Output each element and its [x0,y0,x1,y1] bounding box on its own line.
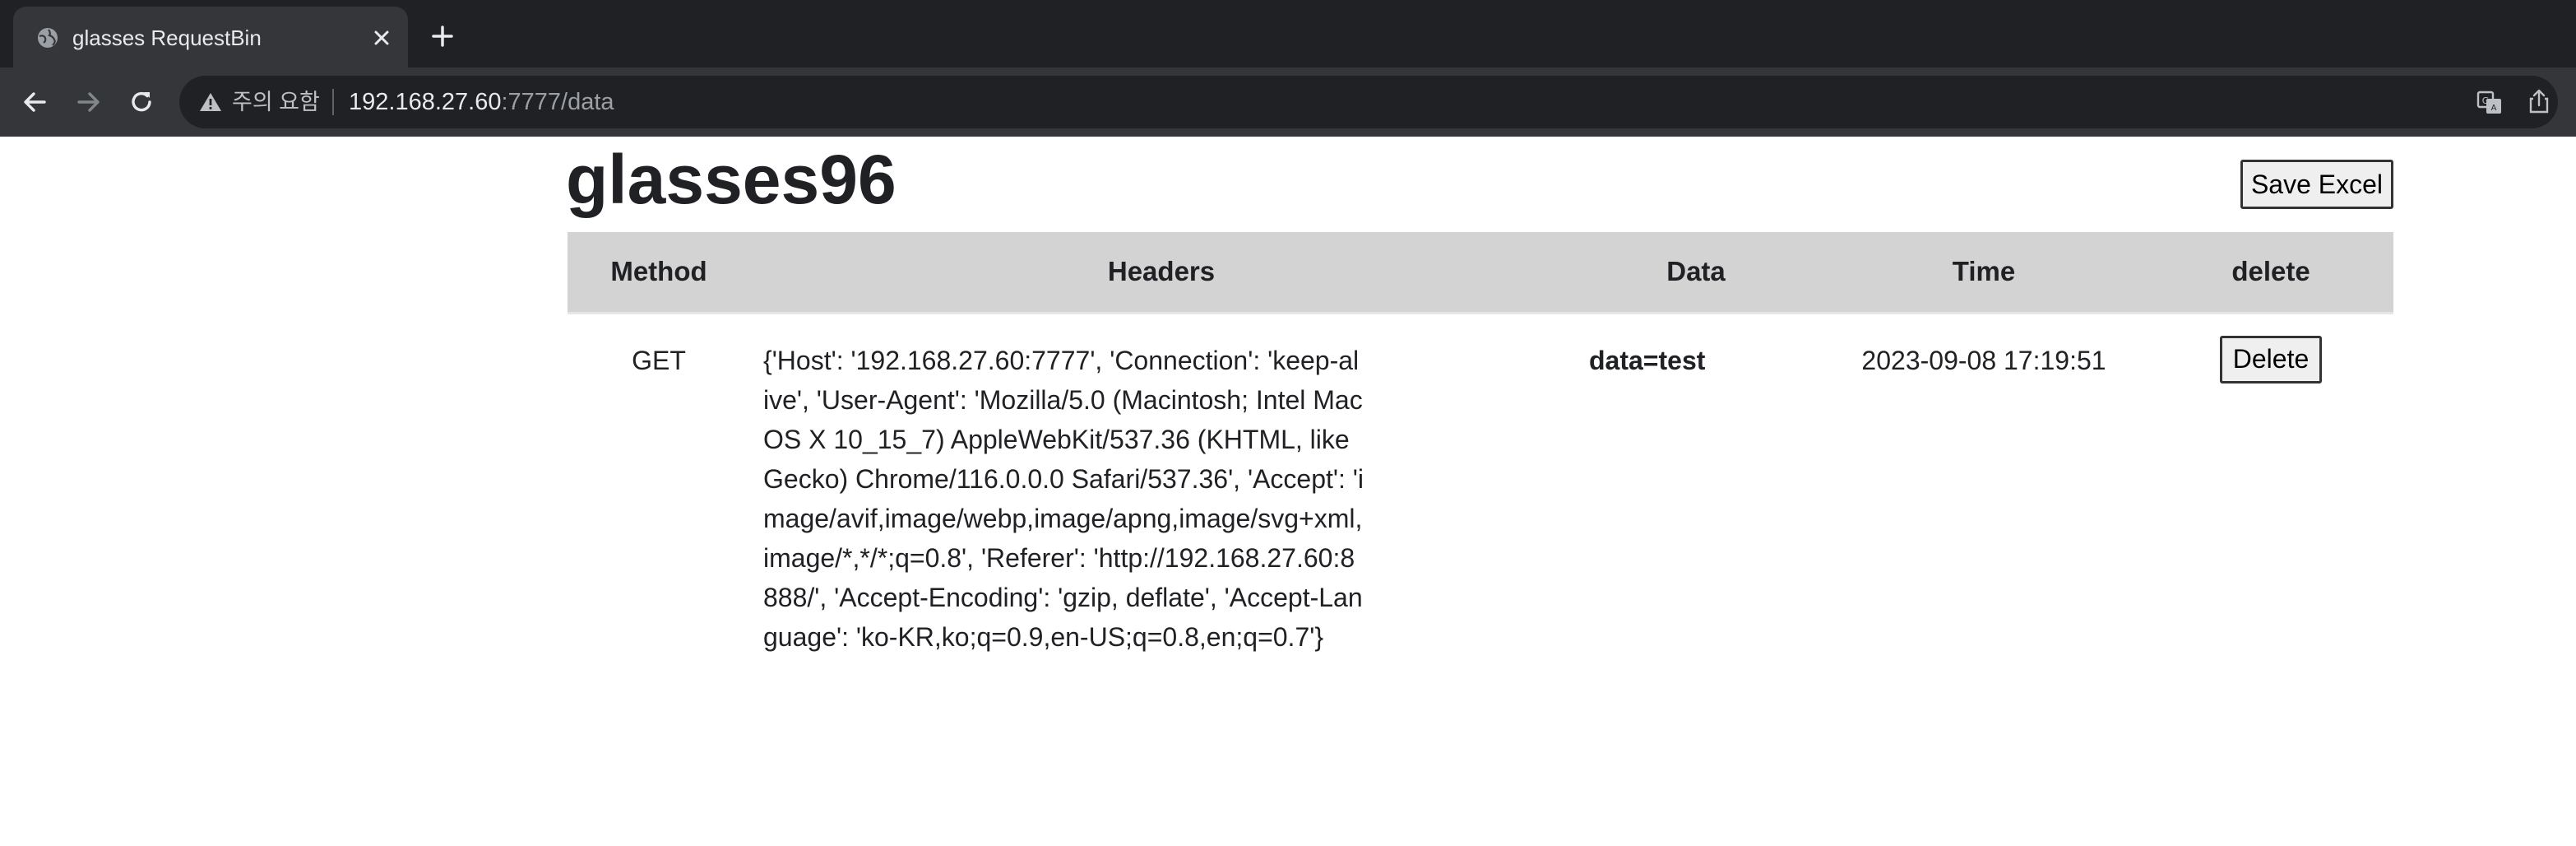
tab-title: glasses RequestBin [72,26,262,50]
browser-tab[interactable]: glasses RequestBin [13,7,408,67]
cell-data: data=test [1589,345,1706,375]
warning-icon[interactable] [197,89,224,115]
reload-icon[interactable] [127,87,156,117]
browser-tabstrip: glasses RequestBin [0,0,2576,67]
page-content: glasses96 Save Excel Method Headers Data… [0,137,2576,846]
cell-headers: {'Host': '192.168.27.60:7777', 'Connecti… [750,313,1573,658]
arrow-left-icon[interactable] [20,87,49,117]
url-path: :7777/data [501,89,614,115]
column-header-data: Data [1573,232,1819,314]
browser-toolbar: 주의 요함 192.168.27.60:7777/data G A [0,67,2576,137]
cell-time: 2023-09-08 17:19:51 [1861,345,2106,375]
table-header-row: Method Headers Data Time delete [568,232,2393,314]
column-header-method: Method [568,232,750,314]
cell-delete: Delete [2148,313,2393,658]
svg-text:G: G [2482,95,2490,106]
translate-icon[interactable]: G A [2476,89,2504,117]
security-status[interactable]: 주의 요함 [232,87,320,117]
page-title: glasses96 [566,141,897,218]
requests-table: Method Headers Data Time delete GET {'Ho… [568,232,2393,658]
save-excel-button[interactable]: Save Excel [2240,160,2393,209]
delete-button[interactable]: Delete [2220,335,2322,383]
plus-icon[interactable] [429,23,456,49]
close-icon[interactable] [370,26,393,49]
svg-text:A: A [2491,104,2497,113]
headers-text: {'Host': '192.168.27.60:7777', 'Connecti… [763,345,1364,652]
share-icon[interactable] [2525,87,2553,115]
url-host: 192.168.27.60 [349,89,502,115]
cell-method: GET [632,345,686,375]
omnibox-divider [332,89,334,115]
globe-icon [38,28,58,48]
column-header-time: Time [1819,232,2148,314]
column-header-delete: delete [2148,232,2393,314]
column-header-headers: Headers [750,232,1573,314]
address-bar[interactable]: 주의 요함 192.168.27.60:7777/data G A [179,76,2558,128]
arrow-right-icon[interactable] [74,87,104,117]
url-text[interactable]: 192.168.27.60:7777/data [349,87,614,117]
table-row: GET {'Host': '192.168.27.60:7777', 'Conn… [568,313,2393,658]
